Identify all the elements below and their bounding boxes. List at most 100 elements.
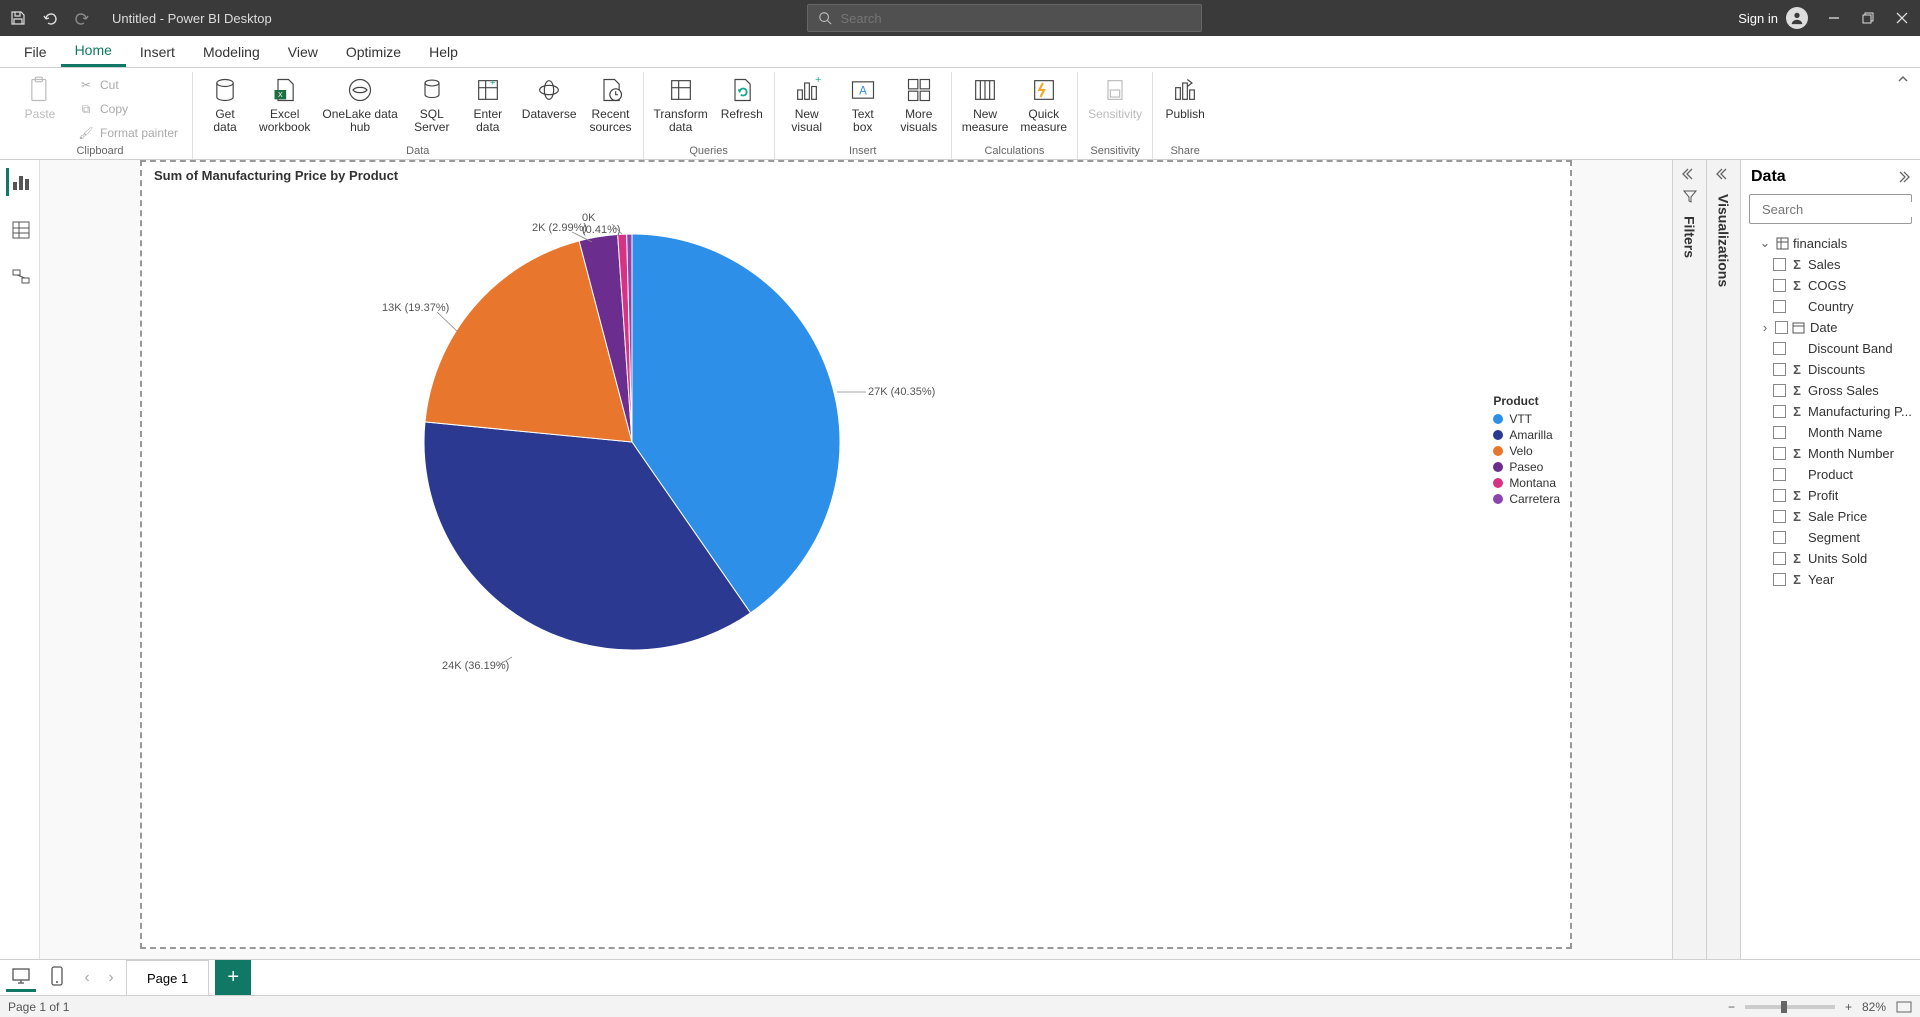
legend-item[interactable]: Amarilla: [1493, 428, 1560, 442]
prev-page-icon[interactable]: ‹: [78, 969, 96, 987]
pie-chart[interactable]: [422, 232, 842, 652]
expand-filters-icon[interactable]: [1682, 166, 1698, 182]
zoom-out-button[interactable]: −: [1728, 1000, 1735, 1014]
model-view-button[interactable]: [6, 264, 34, 292]
field-item[interactable]: ΣMonth Number: [1745, 443, 1916, 464]
close-icon[interactable]: [1894, 10, 1910, 26]
field-item[interactable]: ΣSale Price: [1745, 506, 1916, 527]
fields-search-input[interactable]: [1762, 202, 1920, 217]
desktop-layout-button[interactable]: [6, 964, 36, 992]
copy-button[interactable]: ⧉Copy: [74, 98, 182, 120]
new-visual-button[interactable]: +New visual: [785, 72, 829, 134]
field-checkbox[interactable]: [1773, 279, 1786, 292]
field-item[interactable]: ΣGross Sales: [1745, 380, 1916, 401]
recent-sources-button[interactable]: Recent sources: [589, 72, 633, 134]
filters-pane-collapsed[interactable]: Filters: [1672, 160, 1706, 959]
field-checkbox[interactable]: [1773, 426, 1786, 439]
report-canvas[interactable]: Sum of Manufacturing Price by Product 27…: [40, 160, 1672, 959]
sql-icon: [416, 74, 448, 106]
menu-insert[interactable]: Insert: [126, 36, 189, 67]
undo-icon[interactable]: [42, 10, 58, 26]
field-checkbox[interactable]: [1773, 300, 1786, 313]
field-item[interactable]: ΣSales: [1745, 254, 1916, 275]
field-checkbox[interactable]: [1773, 468, 1786, 481]
field-checkbox[interactable]: [1775, 321, 1788, 334]
field-checkbox[interactable]: [1773, 489, 1786, 502]
field-checkbox[interactable]: [1773, 573, 1786, 586]
menu-help[interactable]: Help: [415, 36, 472, 67]
dataverse-button[interactable]: Dataverse: [522, 72, 577, 121]
field-item[interactable]: Month Name: [1745, 422, 1916, 443]
field-item[interactable]: ΣCOGS: [1745, 275, 1916, 296]
field-item[interactable]: Product: [1745, 464, 1916, 485]
field-item[interactable]: Segment: [1745, 527, 1916, 548]
paste-button[interactable]: Paste: [18, 72, 62, 121]
zoom-in-button[interactable]: +: [1845, 1000, 1852, 1014]
restore-icon[interactable]: [1860, 10, 1876, 26]
quick-measure-button[interactable]: Quick measure: [1020, 72, 1067, 134]
legend-item[interactable]: Velo: [1493, 444, 1560, 458]
legend-item[interactable]: VTT: [1493, 412, 1560, 426]
collapse-data-icon[interactable]: [1894, 169, 1910, 185]
format-painter-button[interactable]: 🖌Format painter: [74, 122, 182, 144]
mobile-layout-button[interactable]: [42, 964, 72, 992]
field-item[interactable]: ΣManufacturing P...: [1745, 401, 1916, 422]
legend-item[interactable]: Montana: [1493, 476, 1560, 490]
field-item[interactable]: ΣProfit: [1745, 485, 1916, 506]
enter-data-button[interactable]: +Enter data: [466, 72, 510, 134]
field-checkbox[interactable]: [1773, 510, 1786, 523]
menu-file[interactable]: File: [10, 36, 61, 67]
ribbon-collapse-icon[interactable]: [1896, 72, 1910, 86]
save-icon[interactable]: [10, 10, 26, 26]
field-item[interactable]: ΣUnits Sold: [1745, 548, 1916, 569]
page-tab-1[interactable]: Page 1: [126, 960, 209, 995]
sensitivity-button[interactable]: Sensitivity: [1088, 72, 1142, 121]
data-view-button[interactable]: [6, 216, 34, 244]
refresh-button[interactable]: Refresh: [720, 72, 764, 121]
visualizations-pane-collapsed[interactable]: Visualizations: [1706, 160, 1740, 959]
field-checkbox[interactable]: [1773, 552, 1786, 565]
table-financials[interactable]: ⌄ financials: [1745, 232, 1916, 254]
add-page-button[interactable]: +: [215, 960, 251, 995]
field-item[interactable]: ΣDiscounts: [1745, 359, 1916, 380]
expand-viz-icon[interactable]: [1716, 166, 1732, 182]
legend-item[interactable]: Carretera: [1493, 492, 1560, 506]
text-box-button[interactable]: AText box: [841, 72, 885, 134]
global-search-input[interactable]: [840, 11, 1191, 26]
get-data-button[interactable]: Get data: [203, 72, 247, 134]
field-checkbox[interactable]: [1773, 447, 1786, 460]
menu-home[interactable]: Home: [61, 36, 126, 67]
onelake-button[interactable]: OneLake data hub: [322, 72, 397, 134]
redo-icon[interactable]: [74, 10, 90, 26]
field-item[interactable]: ΣYear: [1745, 569, 1916, 590]
report-view-button[interactable]: [6, 168, 34, 196]
field-checkbox[interactable]: [1773, 384, 1786, 397]
legend-item[interactable]: Paseo: [1493, 460, 1560, 474]
menu-view[interactable]: View: [274, 36, 332, 67]
field-item[interactable]: ›Date: [1745, 317, 1916, 338]
menu-optimize[interactable]: Optimize: [332, 36, 415, 67]
publish-button[interactable]: Publish: [1163, 72, 1207, 121]
field-checkbox[interactable]: [1773, 258, 1786, 271]
new-measure-button[interactable]: New measure: [962, 72, 1009, 134]
field-checkbox[interactable]: [1773, 531, 1786, 544]
minimize-icon[interactable]: [1826, 10, 1842, 26]
cut-button[interactable]: ✂Cut: [74, 74, 182, 96]
field-item[interactable]: Discount Band: [1745, 338, 1916, 359]
sign-in-button[interactable]: Sign in: [1738, 7, 1808, 29]
fields-search[interactable]: [1749, 194, 1912, 224]
more-visuals-button[interactable]: More visuals: [897, 72, 941, 134]
visual-frame[interactable]: Sum of Manufacturing Price by Product 27…: [140, 160, 1572, 949]
fit-to-page-icon[interactable]: [1896, 1001, 1912, 1013]
transform-data-button[interactable]: Transform data: [654, 72, 708, 134]
field-checkbox[interactable]: [1773, 363, 1786, 376]
next-page-icon[interactable]: ›: [102, 969, 120, 987]
field-item[interactable]: Country: [1745, 296, 1916, 317]
sql-button[interactable]: SQL Server: [410, 72, 454, 134]
excel-button[interactable]: XExcel workbook: [259, 72, 310, 134]
global-search[interactable]: [807, 4, 1202, 32]
zoom-slider[interactable]: [1745, 1005, 1835, 1009]
field-checkbox[interactable]: [1773, 405, 1786, 418]
field-checkbox[interactable]: [1773, 342, 1786, 355]
menu-modeling[interactable]: Modeling: [189, 36, 274, 67]
